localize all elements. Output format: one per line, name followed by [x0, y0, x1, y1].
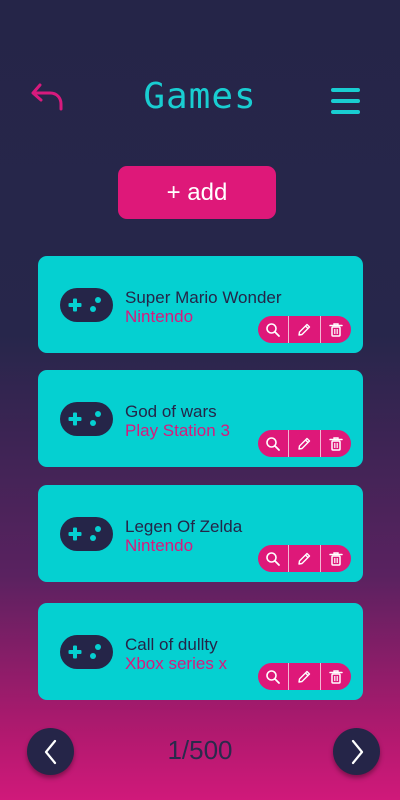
game-platform: Nintendo: [125, 307, 194, 326]
menu-button[interactable]: [330, 86, 362, 116]
gamepad-icon: [60, 402, 113, 436]
game-title: Super Mario Wonder: [125, 288, 282, 307]
game-title: Call of dullty: [125, 635, 218, 654]
hamburger-menu-icon: [331, 88, 360, 114]
game-card[interactable]: Legen Of Zelda Nintendo: [38, 485, 363, 582]
game-card[interactable]: Super Mario Wonder Nintendo: [38, 256, 363, 353]
game-title: God of wars: [125, 402, 217, 421]
edit-button[interactable]: [288, 545, 319, 572]
trash-icon: [329, 669, 343, 684]
add-game-button[interactable]: + add: [118, 166, 276, 219]
game-card[interactable]: God of wars Play Station 3: [38, 370, 363, 467]
edit-pencil-icon: [298, 670, 311, 683]
view-button[interactable]: [258, 430, 288, 457]
card-actions: [258, 545, 351, 572]
gamepad-icon: [60, 635, 113, 669]
delete-button[interactable]: [319, 663, 351, 690]
card-actions: [258, 663, 351, 690]
edit-pencil-icon: [298, 323, 311, 336]
trash-icon: [329, 551, 343, 566]
edit-button[interactable]: [288, 430, 319, 457]
search-icon: [266, 436, 281, 451]
search-icon: [266, 669, 281, 684]
game-platform: Xbox series x: [125, 654, 228, 673]
gamepad-icon: [60, 288, 113, 322]
trash-icon: [329, 322, 343, 337]
gamepad-icon: [60, 517, 113, 551]
view-button[interactable]: [258, 663, 288, 690]
search-icon: [266, 551, 281, 566]
delete-button[interactable]: [319, 430, 351, 457]
next-page-button[interactable]: [333, 728, 380, 775]
edit-button[interactable]: [288, 663, 319, 690]
edit-pencil-icon: [298, 437, 311, 450]
edit-pencil-icon: [298, 552, 311, 565]
game-platform: Play Station 3: [125, 421, 230, 440]
search-icon: [266, 322, 281, 337]
game-title: Legen Of Zelda: [125, 517, 243, 536]
game-card[interactable]: Call of dullty Xbox series x: [38, 603, 363, 700]
view-button[interactable]: [258, 316, 288, 343]
card-actions: [258, 316, 351, 343]
trash-icon: [329, 436, 343, 451]
game-platform: Nintendo: [125, 536, 194, 555]
chevron-right-icon: [351, 739, 363, 764]
view-button[interactable]: [258, 545, 288, 572]
delete-button[interactable]: [319, 545, 351, 572]
delete-button[interactable]: [319, 316, 351, 343]
edit-button[interactable]: [288, 316, 319, 343]
card-actions: [258, 430, 351, 457]
